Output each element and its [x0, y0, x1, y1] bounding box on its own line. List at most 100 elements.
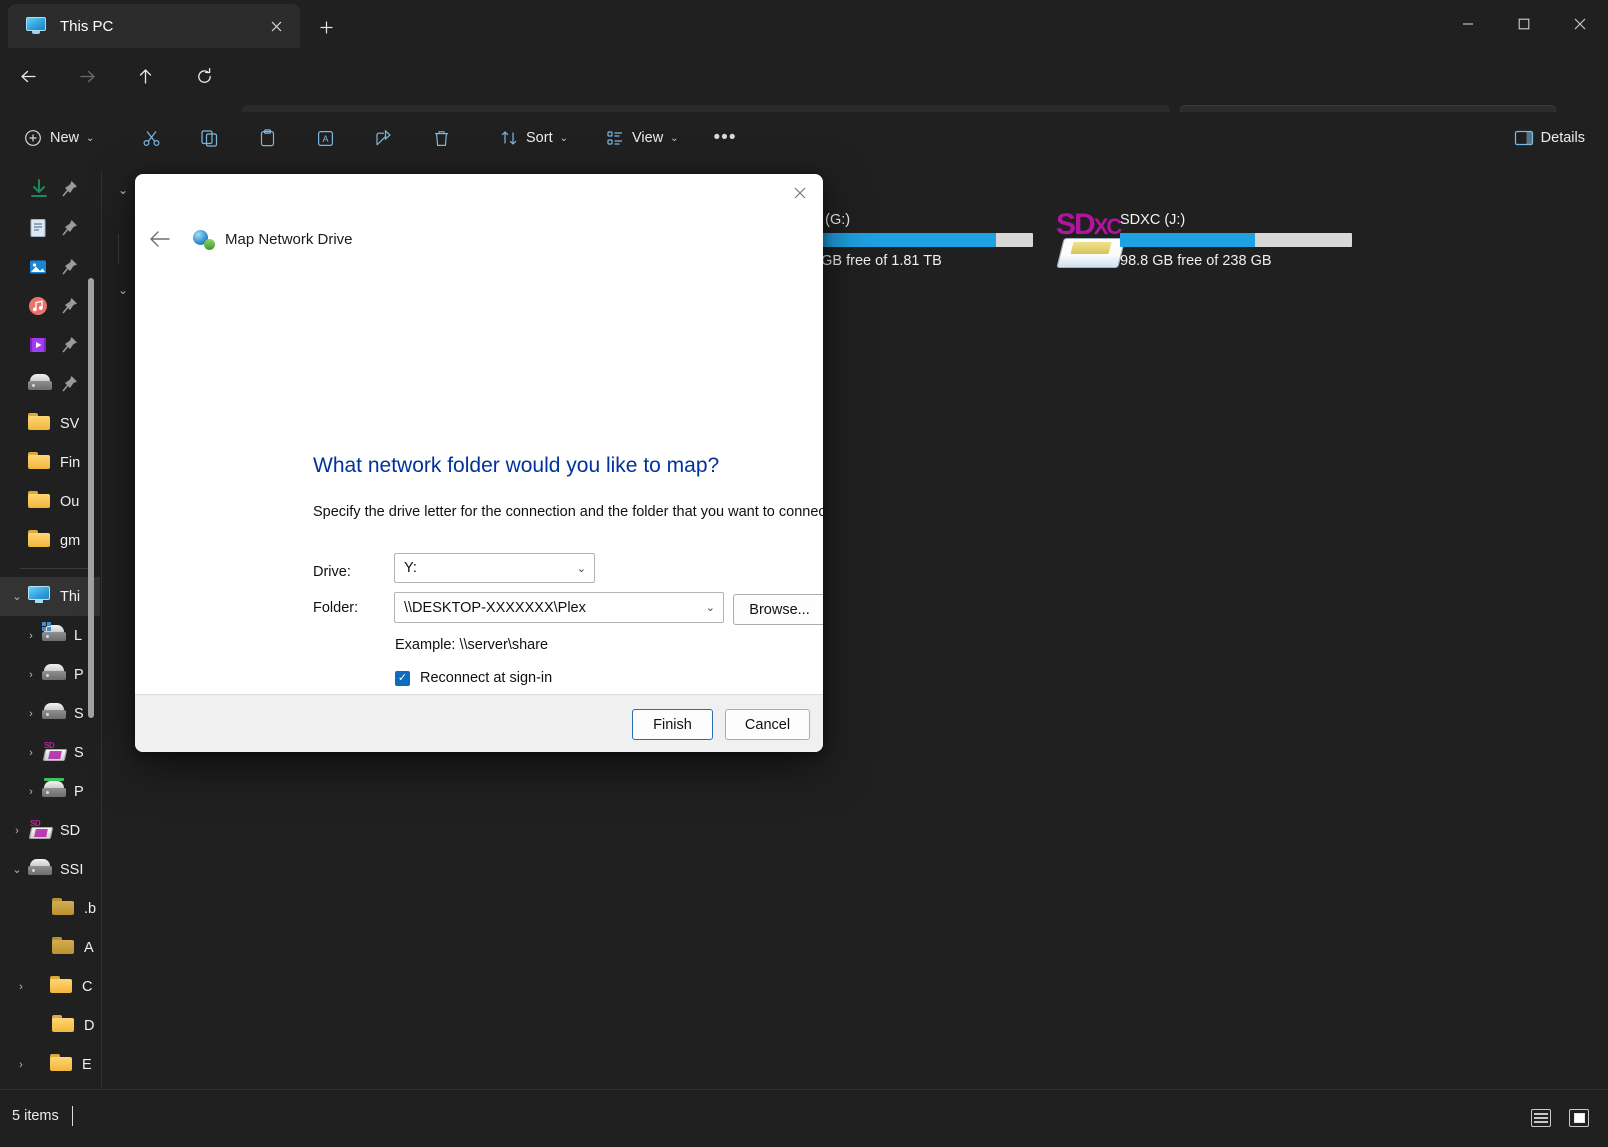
ellipsis-icon: ••• [715, 128, 735, 148]
large-icons-view-button[interactable] [1564, 1104, 1594, 1132]
chevron-down-icon: ⌄ [560, 133, 568, 144]
sidebar-item-music[interactable] [0, 287, 100, 326]
sidebar-item-sd[interactable]: › SD SD [0, 811, 100, 850]
drive-tile-sdxc-j[interactable]: SDXC (J:) 98.8 GB free of 238 GB [1120, 212, 1352, 269]
drive-usage-bar [1120, 233, 1352, 247]
drive-icon [42, 664, 66, 686]
sidebar-item-label: Thi [60, 589, 80, 605]
this-pc-icon [28, 586, 52, 608]
pin-icon [62, 297, 78, 315]
sidebar-item-folder-a[interactable]: A [0, 928, 100, 967]
cancel-button[interactable]: Cancel [725, 709, 810, 740]
copy-button[interactable] [188, 120, 230, 156]
cut-button[interactable] [130, 120, 172, 156]
up-button[interactable] [127, 58, 163, 94]
finish-button[interactable]: Finish [632, 709, 713, 740]
sidebar-item-sd-s[interactable]: › SD S [0, 733, 100, 772]
sidebar-item-gm[interactable]: gm [0, 521, 100, 560]
item-count: 5 items [12, 1108, 59, 1124]
rename-button[interactable]: A [304, 120, 346, 156]
browse-button[interactable]: Browse... [733, 594, 823, 625]
view-button[interactable]: View ⌄ [596, 120, 688, 156]
group-collapse-icon-2[interactable]: ⌄ [118, 283, 128, 297]
sidebar-item-ou[interactable]: Ou [0, 482, 100, 521]
finish-label: Finish [653, 717, 692, 733]
drive-usage-fill [801, 233, 996, 247]
expander-icon[interactable]: › [20, 708, 42, 720]
sidebar-item-drive-s1[interactable]: › S [0, 694, 100, 733]
expander-icon[interactable]: › [20, 669, 42, 681]
new-button[interactable]: New ⌄ [14, 120, 103, 156]
navigation-pane[interactable]: SV Fin Ou gm ⌄ [0, 170, 100, 1089]
expander-icon[interactable]: › [20, 630, 42, 642]
sidebar-item-folder-c[interactable]: › C [0, 967, 100, 1006]
sidebar-item-this-pc[interactable]: ⌄ Thi [0, 577, 100, 616]
more-options-button[interactable]: ••• [704, 120, 746, 156]
navigation-pane-scrollbar[interactable] [88, 278, 94, 718]
group-collapse-icon[interactable]: ⌄ [118, 183, 128, 197]
expander-icon[interactable]: › [6, 825, 28, 837]
reconnect-checkbox[interactable] [395, 671, 410, 686]
refresh-button[interactable] [186, 58, 222, 94]
close-icon[interactable] [262, 12, 290, 40]
status-bar: 5 items [0, 1089, 1608, 1147]
sidebar-item-drive-p2[interactable]: › P [0, 772, 100, 811]
copy-icon [199, 128, 219, 148]
sidebar-item-videos[interactable] [0, 326, 100, 365]
sidebar-item-network-drive[interactable] [0, 365, 100, 404]
dialog-subheading: Specify the drive letter for the connect… [313, 504, 823, 520]
sidebar-item-drive-p1[interactable]: › P [0, 655, 100, 694]
scissors-icon [141, 128, 161, 148]
forward-button[interactable] [69, 58, 105, 94]
expander-icon[interactable]: ⌄ [6, 590, 28, 603]
dialog-title: Map Network Drive [225, 231, 353, 248]
expander-icon[interactable]: › [20, 747, 42, 759]
sidebar-item-pictures[interactable] [0, 248, 100, 287]
sort-button[interactable]: Sort ⌄ [490, 120, 577, 156]
folder-combo-input[interactable]: \\DESKTOP-XXXXXXX\Plex ⌄ [394, 592, 724, 623]
expander-icon[interactable]: ⌄ [6, 863, 28, 876]
sidebar-item-ssd[interactable]: ⌄ SSI [0, 850, 100, 889]
sidebar-item-folder-b[interactable]: .b [0, 889, 100, 928]
new-label: New [50, 130, 79, 146]
downloads-icon [28, 179, 52, 201]
reconnect-checkbox-row[interactable]: Reconnect at sign-in [395, 670, 552, 686]
minimize-button[interactable] [1440, 0, 1496, 48]
sidebar-item-folder-e[interactable]: › E [0, 1045, 100, 1084]
new-tab-button[interactable] [310, 12, 342, 42]
sidebar-item-label: SD [60, 823, 80, 839]
details-view-button[interactable] [1526, 1104, 1556, 1132]
sidebar-item-local-disk[interactable]: › L [0, 616, 100, 655]
sidebar-item-label: D [84, 1018, 94, 1034]
sidebar-item-label: S [74, 745, 84, 761]
share-button[interactable] [362, 120, 404, 156]
sidebar-item-fin[interactable]: Fin [0, 443, 100, 482]
sidebar-item-folder-d[interactable]: D [0, 1006, 100, 1045]
back-button[interactable] [10, 58, 46, 94]
dialog-close-button[interactable] [777, 174, 823, 212]
drive-usage-fill [1120, 233, 1255, 247]
drive-select[interactable]: Y: ⌄ [394, 553, 595, 583]
details-pane-button[interactable]: Details [1505, 120, 1594, 156]
drive-icon [42, 703, 66, 725]
window-controls [1440, 0, 1608, 48]
tab-this-pc[interactable]: This PC [8, 4, 300, 48]
paste-button[interactable] [246, 120, 288, 156]
map-network-drive-icon [193, 228, 215, 250]
expander-icon[interactable]: › [10, 981, 32, 993]
close-button[interactable] [1552, 0, 1608, 48]
sidebar-item-sv[interactable]: SV [0, 404, 100, 443]
chevron-down-icon: ⌄ [706, 601, 715, 614]
sort-label: Sort [526, 130, 553, 146]
expander-icon[interactable]: › [20, 786, 42, 798]
share-icon [373, 128, 393, 148]
sidebar-item-downloads[interactable] [0, 170, 100, 209]
drive-tile-sd-g[interactable]: SD (G:) 05 GB free of 1.81 TB [801, 212, 1033, 269]
example-text: Example: \\server\share [395, 637, 548, 653]
sidebar-item-documents[interactable] [0, 209, 100, 248]
dialog-back-button[interactable] [143, 222, 177, 256]
expander-icon[interactable]: › [10, 1059, 32, 1071]
maximize-button[interactable] [1496, 0, 1552, 48]
delete-button[interactable] [420, 120, 462, 156]
chevron-down-icon: ⌄ [670, 133, 678, 144]
